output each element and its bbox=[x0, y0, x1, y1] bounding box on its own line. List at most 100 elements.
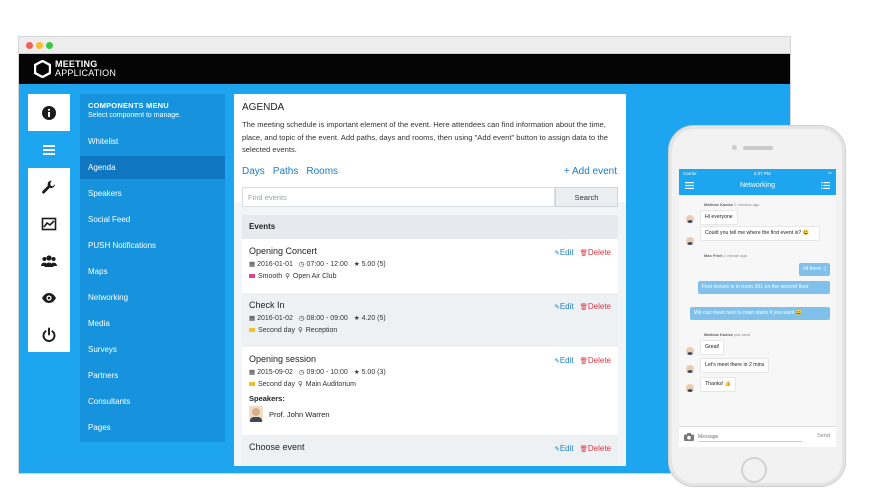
chat-message: Hi everyone bbox=[700, 210, 738, 225]
avatar bbox=[686, 384, 694, 392]
app-name-line2: APPLICATION bbox=[55, 68, 117, 78]
event-row[interactable]: Opening session ▦ 2015-09-02 ◷ 09:00 - 1… bbox=[242, 347, 618, 435]
menu-item-partners[interactable]: Partners bbox=[80, 364, 225, 387]
menu-item-whitelist[interactable]: Whitelist bbox=[80, 130, 225, 153]
delete-event-button[interactable]: 🗑Delete bbox=[580, 248, 611, 257]
delete-event-button[interactable]: 🗑Delete bbox=[580, 356, 611, 365]
menu-item-consultants[interactable]: Consultants bbox=[80, 390, 225, 413]
rail-item-info[interactable] bbox=[28, 94, 70, 131]
chat-message: Could you tell me where the first event … bbox=[700, 226, 820, 241]
phone-home-button[interactable] bbox=[741, 457, 767, 483]
chart-icon bbox=[41, 217, 57, 230]
rail-item-logout[interactable] bbox=[28, 316, 70, 353]
delete-label: Delete bbox=[587, 444, 611, 453]
screenshot-stage: MEETING APPLICATION COMPONENTS MENU Sele… bbox=[0, 0, 890, 500]
event-date: ▦ 2015-09-02 bbox=[249, 368, 293, 376]
event-meta: ▦ 2016-01-01 ◷ 07:00 - 12:00 ★ 5.00 (5) bbox=[249, 260, 611, 268]
event-row[interactable]: Check In ▦ 2016-01-02 ◷ 08:00 - 09:00 ★ … bbox=[242, 293, 618, 347]
calendar-icon: ▦ bbox=[249, 261, 256, 268]
camera-icon[interactable] bbox=[684, 433, 694, 441]
event-rating: ★ 5.00 (3) bbox=[354, 368, 386, 376]
search-button[interactable]: Search bbox=[555, 187, 618, 207]
event-time: ◷ 09:00 - 10:00 bbox=[299, 368, 348, 376]
delete-label: Delete bbox=[587, 356, 611, 365]
send-button[interactable]: Send bbox=[817, 433, 830, 439]
list-view-icon[interactable] bbox=[821, 182, 830, 189]
menu-item-agenda[interactable]: Agenda bbox=[80, 156, 225, 179]
event-rating: ★ 5.00 (5) bbox=[354, 260, 386, 268]
edit-event-button[interactable]: ✎Edit bbox=[554, 356, 573, 365]
phone-nav-bar: Networking bbox=[679, 177, 836, 195]
rail-item-preview[interactable] bbox=[28, 279, 70, 316]
delete-event-button[interactable]: 🗑Delete bbox=[580, 302, 611, 311]
agenda-list-icon bbox=[43, 144, 55, 155]
event-tags: Smooth ⚲ Open Air Club bbox=[249, 272, 611, 280]
tab-rooms[interactable]: Rooms bbox=[306, 166, 338, 177]
phone-screen-title: Networking bbox=[739, 182, 775, 189]
trash-icon: 🗑 bbox=[579, 358, 588, 365]
window-titlebar bbox=[19, 37, 790, 54]
event-room: Main Auditorium bbox=[305, 380, 356, 388]
delete-event-button[interactable]: 🗑Delete bbox=[580, 444, 611, 453]
edit-label: Edit bbox=[559, 356, 574, 365]
menu-item-pages[interactable]: Pages bbox=[80, 416, 225, 439]
menu-item-social-feed[interactable]: Social Feed bbox=[80, 208, 225, 231]
event-actions: ✎Edit 🗑Delete bbox=[554, 444, 611, 453]
tab-days[interactable]: Days bbox=[242, 166, 265, 177]
menu-item-media[interactable]: Media bbox=[80, 312, 225, 335]
components-menu-subtitle: Select component to manage. bbox=[88, 112, 182, 119]
path-color-swatch bbox=[249, 382, 255, 386]
event-date: ▦ 2016-01-02 bbox=[249, 314, 293, 322]
sender-time: 2 minutes ago bbox=[734, 202, 760, 207]
event-actions: ✎Edit 🗑Delete bbox=[554, 302, 611, 311]
rail-item-users[interactable] bbox=[28, 242, 70, 279]
map-pin-icon: ⚲ bbox=[297, 381, 303, 388]
delete-label: Delete bbox=[587, 248, 611, 257]
tab-paths[interactable]: Paths bbox=[273, 166, 299, 177]
edit-event-button[interactable]: ✎Edit bbox=[554, 302, 573, 311]
battery-icon: ▭ bbox=[827, 170, 832, 175]
event-rating-value: 5.00 (3) bbox=[361, 369, 386, 376]
event-actions: ✎Edit 🗑Delete bbox=[554, 248, 611, 257]
edit-label: Edit bbox=[559, 302, 574, 311]
event-date-value: 2015-09-02 bbox=[257, 369, 293, 376]
menu-item-push-notifications[interactable]: PUSH Notifications bbox=[80, 234, 225, 257]
edit-event-button[interactable]: ✎Edit bbox=[554, 444, 573, 453]
eye-icon bbox=[42, 292, 56, 303]
app-logo-text: MEETING APPLICATION bbox=[55, 60, 116, 78]
agenda-panel: AGENDA The meeting schedule is important… bbox=[234, 94, 626, 466]
phone-mockup: Carrier 2:37 PM ▭ Networking Mathias Kas… bbox=[668, 125, 846, 487]
event-actions: ✎Edit 🗑Delete bbox=[554, 356, 611, 365]
menu-item-maps[interactable]: Maps bbox=[80, 260, 225, 283]
rail-item-agenda[interactable] bbox=[28, 131, 70, 168]
events-header: Events bbox=[242, 215, 618, 239]
event-meta: ▦ 2015-09-02 ◷ 09:00 - 10:00 ★ 5.00 (3) bbox=[249, 368, 611, 376]
message-sender: Max Frich 1 minute ago bbox=[704, 253, 747, 258]
rail-item-settings[interactable] bbox=[28, 168, 70, 205]
event-row[interactable]: Choose event ✎Edit 🗑Delete bbox=[242, 435, 618, 465]
rail-item-analytics[interactable] bbox=[28, 205, 70, 242]
event-time-value: 08:00 - 09:00 bbox=[306, 315, 348, 322]
status-time: 2:37 PM bbox=[753, 170, 771, 176]
speaker-item[interactable]: Prof. John Warren bbox=[249, 406, 611, 422]
close-window-button[interactable] bbox=[26, 42, 33, 49]
event-time: ◷ 08:00 - 09:00 bbox=[299, 314, 348, 322]
search-input[interactable] bbox=[242, 187, 555, 207]
event-row[interactable]: Opening Concert ▦ 2016-01-01 ◷ 07:00 - 1… bbox=[242, 239, 618, 293]
maximize-window-button[interactable] bbox=[46, 42, 53, 49]
edit-event-button[interactable]: ✎Edit bbox=[554, 248, 573, 257]
speaker-name: Prof. John Warren bbox=[269, 409, 330, 419]
page-title: AGENDA bbox=[242, 102, 285, 113]
minimize-window-button[interactable] bbox=[36, 42, 43, 49]
menu-item-networking[interactable]: Networking bbox=[80, 286, 225, 309]
message-input[interactable] bbox=[698, 432, 802, 442]
users-icon bbox=[41, 254, 57, 267]
menu-item-surveys[interactable]: Surveys bbox=[80, 338, 225, 361]
menu-item-speakers[interactable]: Speakers bbox=[80, 182, 225, 205]
phone-camera bbox=[732, 145, 737, 150]
add-event-button[interactable]: + Add event bbox=[564, 166, 617, 177]
event-rating: ★ 4.20 (5) bbox=[354, 314, 386, 322]
sender-name: Mathias Kastse bbox=[704, 332, 734, 337]
components-menu-header: COMPONENTS MENU Select component to mana… bbox=[80, 94, 225, 125]
message-composer: Send bbox=[679, 426, 836, 447]
